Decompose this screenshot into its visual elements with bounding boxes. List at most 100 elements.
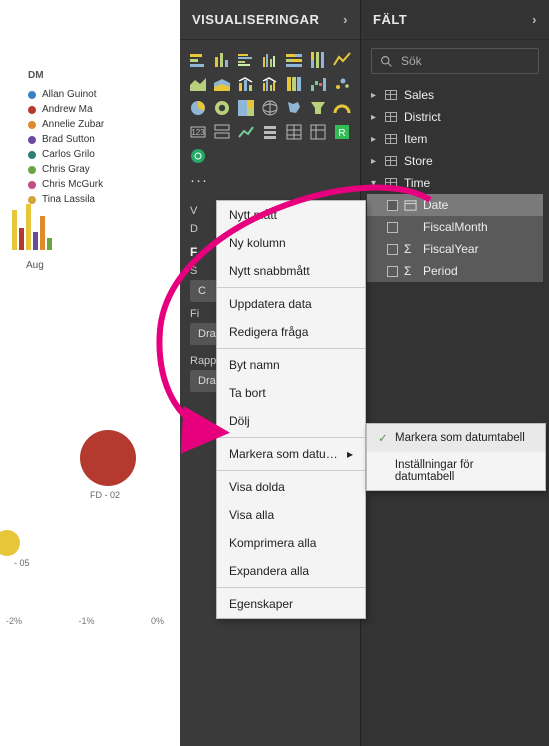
- ctx-separator: [217, 287, 365, 288]
- field-row-period[interactable]: ΣPeriod: [367, 260, 543, 282]
- viz-gauge-icon[interactable]: [332, 98, 352, 118]
- ctx-new-measure[interactable]: Nytt mått: [217, 201, 365, 229]
- viz-100stacked-column-icon[interactable]: [308, 50, 328, 70]
- ctx-new-column[interactable]: Ny kolumn: [217, 229, 365, 257]
- viz-arcgis-icon[interactable]: [188, 146, 208, 166]
- ctx-separator: [217, 437, 365, 438]
- viz-treemap-icon[interactable]: [236, 98, 256, 118]
- bubble-large: [80, 430, 136, 486]
- field-row-fiscalmonth[interactable]: FiscalMonth: [367, 216, 543, 238]
- checkbox-icon[interactable]: [387, 244, 398, 255]
- visualizations-title: VISUALISERINGAR: [192, 12, 319, 27]
- viz-table-icon[interactable]: [284, 122, 304, 142]
- viz-map-icon[interactable]: [260, 98, 280, 118]
- sigma-icon: Σ: [404, 265, 417, 278]
- search-placeholder: Sök: [401, 54, 422, 68]
- chevron-right-icon: ›: [532, 12, 537, 27]
- viz-area-icon[interactable]: [188, 74, 208, 94]
- ctx-separator: [217, 348, 365, 349]
- viz-slicer-icon[interactable]: [260, 122, 280, 142]
- checkbox-icon[interactable]: [387, 266, 398, 277]
- table-row-time[interactable]: ▾Time: [367, 172, 543, 194]
- table-row-item[interactable]: ▸Item: [367, 128, 543, 150]
- expand-icon: ▸: [371, 90, 379, 101]
- ctx-delete[interactable]: Ta bort: [217, 379, 365, 407]
- viz-kpi-icon[interactable]: [236, 122, 256, 142]
- expand-icon: ▸: [371, 156, 379, 167]
- table-row-store[interactable]: ▸Store: [367, 150, 543, 172]
- viz-scatter-icon[interactable]: [332, 74, 352, 94]
- x-tick-label: Aug: [26, 260, 44, 271]
- ctx-refresh-data[interactable]: Uppdatera data: [217, 290, 365, 318]
- svg-text:R: R: [338, 128, 345, 139]
- viz-multirow-card-icon[interactable]: [212, 122, 232, 142]
- chart-legend: DM Allan Guinot Andrew Ma Annelie Zubar …: [28, 70, 104, 209]
- ctx-rename[interactable]: Byt namn: [217, 351, 365, 379]
- checkbox-icon[interactable]: [387, 200, 398, 211]
- ctx-new-quick-measure[interactable]: Nytt snabbmått: [217, 257, 365, 285]
- ctx-separator: [217, 587, 365, 588]
- expand-icon: ▸: [371, 134, 379, 145]
- legend-item: Annelie Zubar: [28, 119, 104, 130]
- expand-icon: ▸: [371, 112, 379, 123]
- viz-clustered-bar-icon[interactable]: [236, 50, 256, 70]
- viz-clustered-column-icon[interactable]: [260, 50, 280, 70]
- ctx-mark-as-date-table[interactable]: Markera som datu…▸: [217, 440, 365, 468]
- ctx-edit-query[interactable]: Redigera fråga: [217, 318, 365, 346]
- svg-text:123: 123: [191, 128, 205, 137]
- viz-matrix-icon[interactable]: [308, 122, 328, 142]
- table-icon: [385, 177, 398, 190]
- viz-line-stacked-column-icon[interactable]: [236, 74, 256, 94]
- x-axis-ticks: -2% -1% 0%: [0, 616, 170, 626]
- date-table-submenu: ✓ Markera som datumtabell Inställningar …: [366, 423, 546, 491]
- table-row-sales[interactable]: ▸Sales: [367, 84, 543, 106]
- sigma-icon: Σ: [404, 243, 417, 256]
- table-icon: [385, 133, 398, 146]
- table-icon: [385, 111, 398, 124]
- subctx-mark-as-date-table[interactable]: ✓ Markera som datumtabell: [367, 424, 545, 452]
- check-icon: ✓: [377, 431, 389, 445]
- table-row-district[interactable]: ▸District: [367, 106, 543, 128]
- subctx-date-table-settings[interactable]: Inställningar för datumtabell: [367, 452, 545, 490]
- viz-100stacked-bar-icon[interactable]: [284, 50, 304, 70]
- field-row-date[interactable]: Date: [367, 194, 543, 216]
- legend-item: Carlos Grilo: [28, 149, 104, 160]
- checkbox-icon[interactable]: [387, 222, 398, 233]
- more-icon[interactable]: ···: [180, 172, 360, 193]
- viz-card-icon[interactable]: 123: [188, 122, 208, 142]
- viz-stacked-area-icon[interactable]: [212, 74, 232, 94]
- bubble-label: - 05: [14, 558, 30, 568]
- viz-r-icon[interactable]: R: [332, 122, 352, 142]
- viz-ribbon-icon[interactable]: [284, 74, 304, 94]
- viz-donut-icon[interactable]: [212, 98, 232, 118]
- fields-header[interactable]: FÄLT ›: [361, 0, 549, 40]
- ctx-expand-all[interactable]: Expandera alla: [217, 557, 365, 585]
- viz-stacked-bar-icon[interactable]: [188, 50, 208, 70]
- viz-waterfall-icon[interactable]: [308, 74, 328, 94]
- viz-stacked-column-icon[interactable]: [212, 50, 232, 70]
- visualizations-header[interactable]: VISUALISERINGAR ›: [180, 0, 360, 40]
- viz-line-icon[interactable]: [332, 50, 352, 70]
- viz-line-clustered-column-icon[interactable]: [260, 74, 280, 94]
- report-canvas: DM Allan Guinot Andrew Ma Annelie Zubar …: [0, 0, 180, 746]
- ctx-separator: [217, 470, 365, 471]
- field-search-input[interactable]: Sök: [371, 48, 539, 74]
- ctx-show-hidden[interactable]: Visa dolda: [217, 473, 365, 501]
- visualization-type-grid: 123 R: [180, 40, 360, 172]
- viz-filled-map-icon[interactable]: [284, 98, 304, 118]
- bar-chart-fragment: [12, 200, 52, 250]
- viz-pie-icon[interactable]: [188, 98, 208, 118]
- legend-item: Brad Sutton: [28, 134, 104, 145]
- table-context-menu: Nytt mått Ny kolumn Nytt snabbmått Uppda…: [216, 200, 366, 619]
- ctx-hide[interactable]: Dölj: [217, 407, 365, 435]
- ctx-collapse-all[interactable]: Komprimera alla: [217, 529, 365, 557]
- field-row-fiscalyear[interactable]: ΣFiscalYear: [367, 238, 543, 260]
- ctx-show-all[interactable]: Visa alla: [217, 501, 365, 529]
- bubble-label: FD - 02: [90, 490, 120, 500]
- legend-item: Chris McGurk: [28, 179, 104, 190]
- chevron-right-icon: ›: [343, 12, 348, 27]
- date-icon: [404, 199, 417, 212]
- time-fields: Date FiscalMonth ΣFiscalYear ΣPeriod: [367, 194, 543, 282]
- viz-funnel-icon[interactable]: [308, 98, 328, 118]
- ctx-properties[interactable]: Egenskaper: [217, 590, 365, 618]
